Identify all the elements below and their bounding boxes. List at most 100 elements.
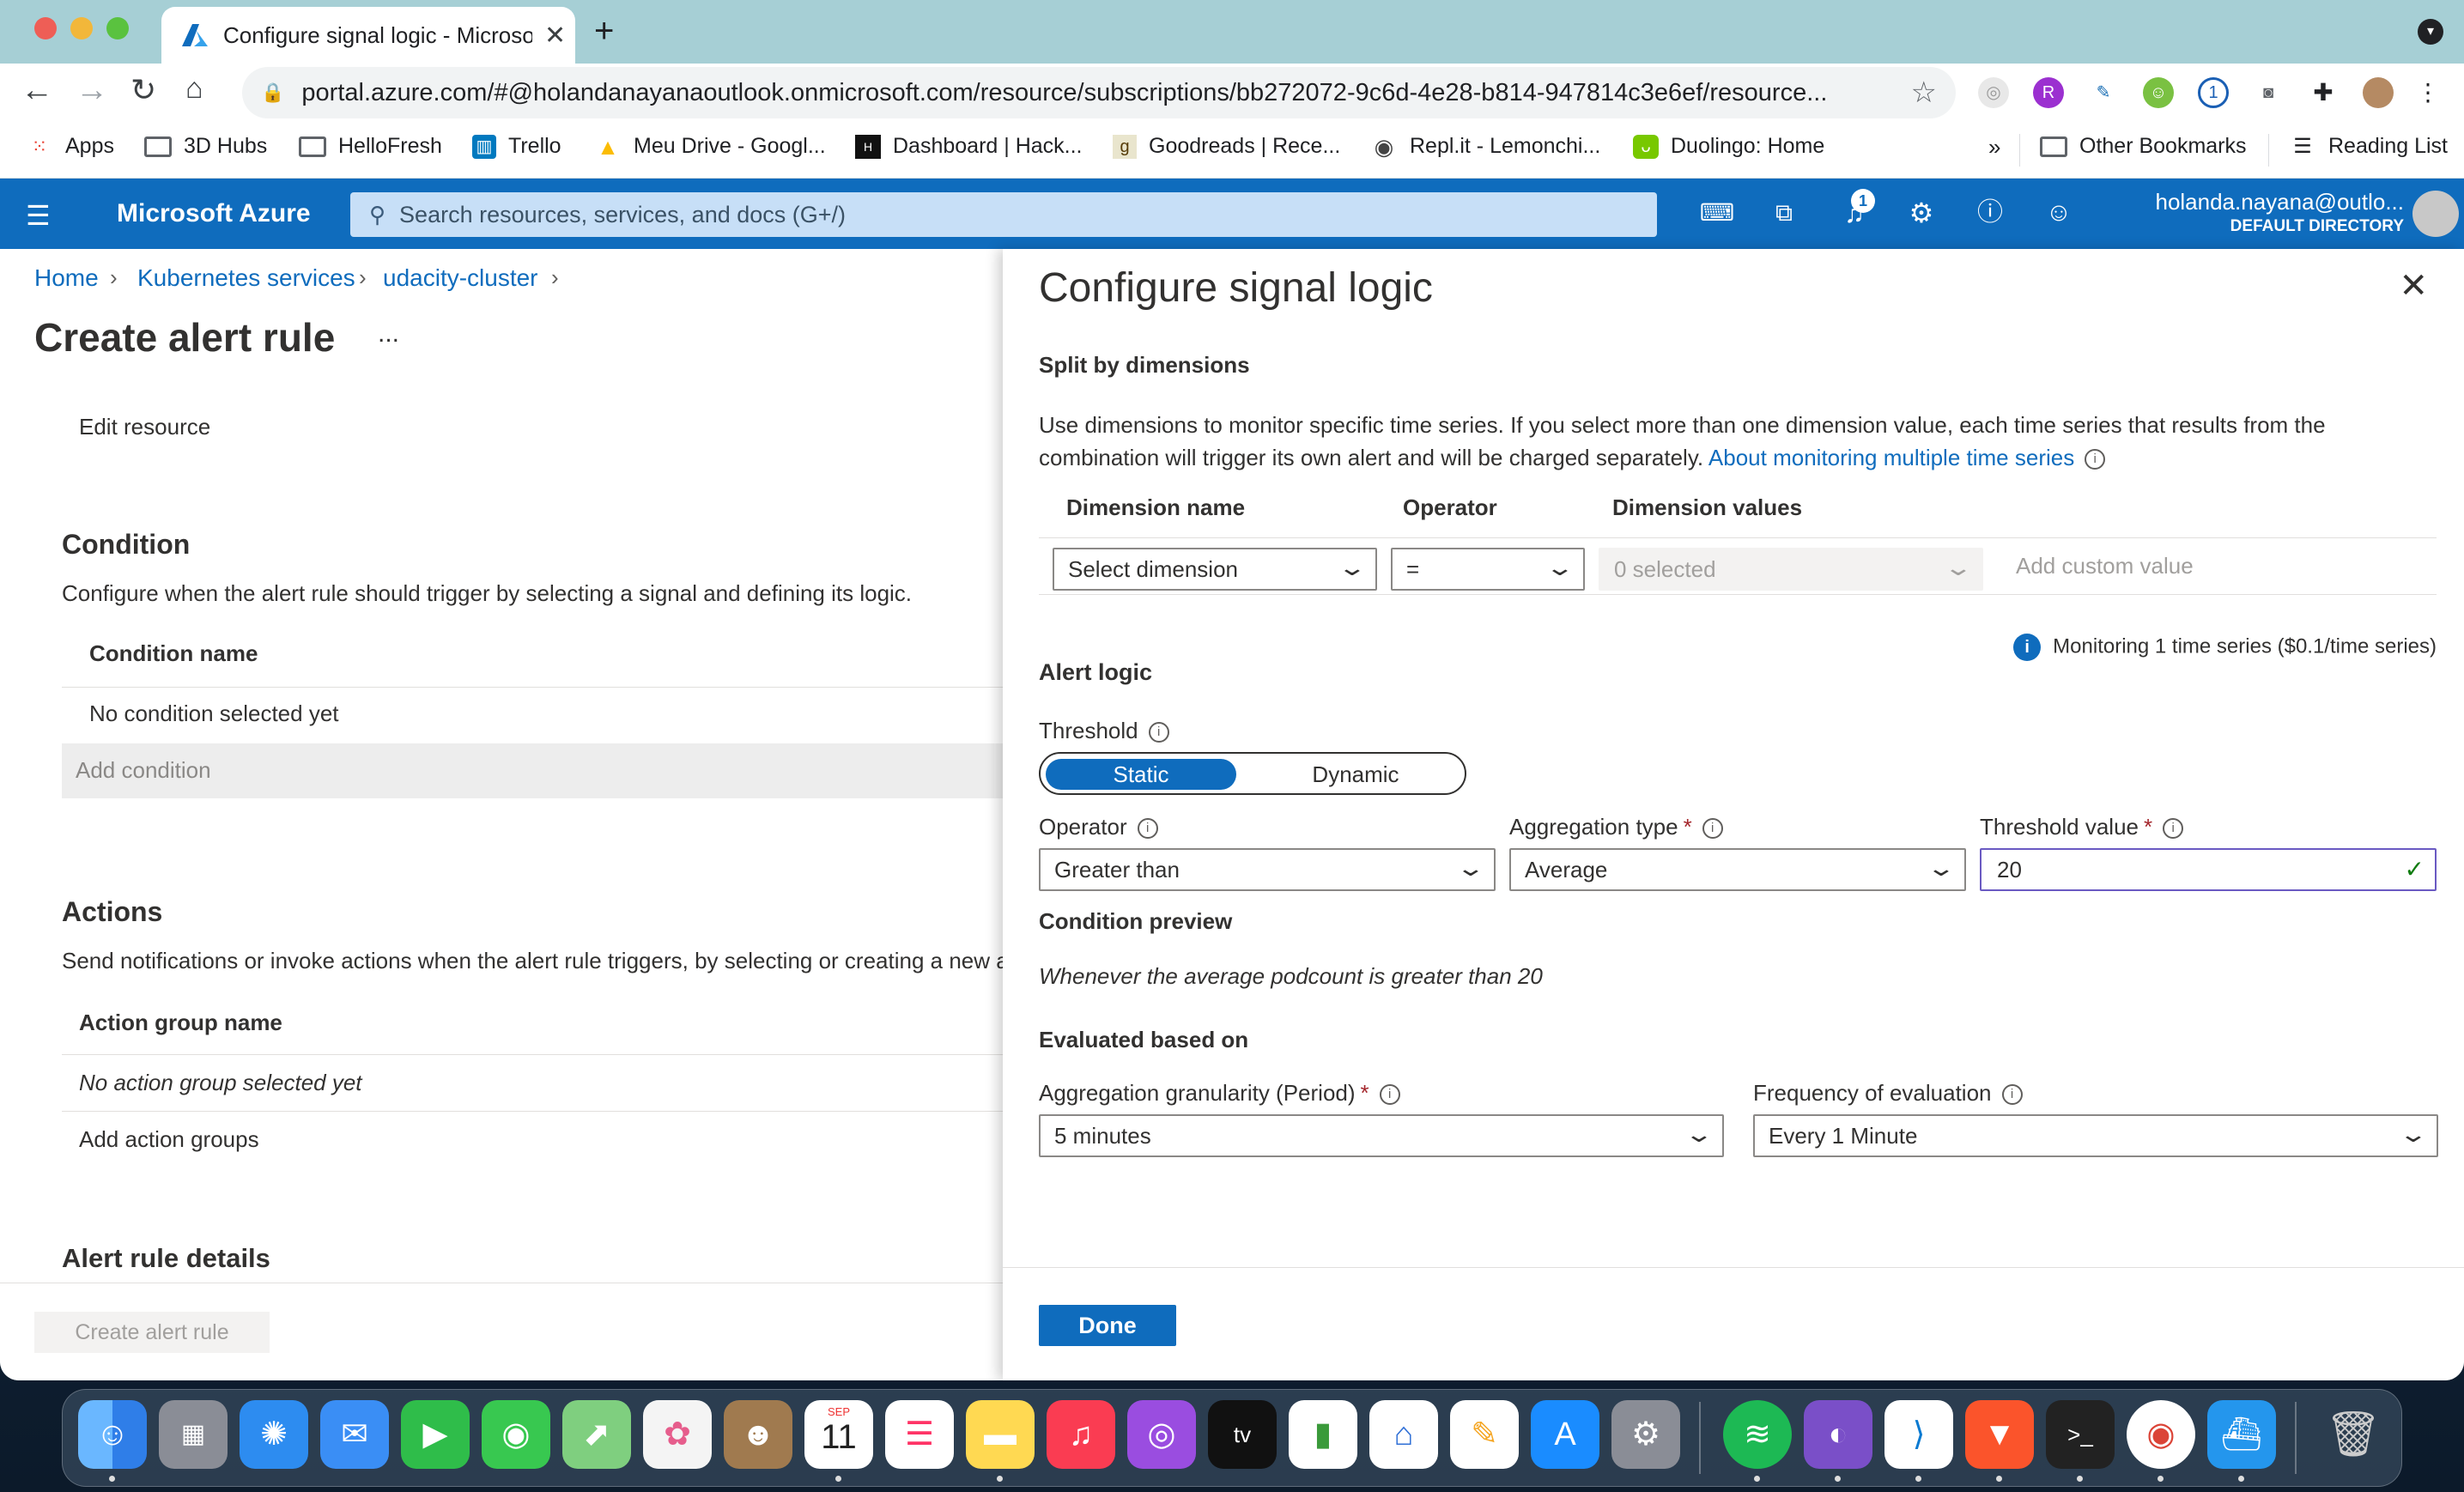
tab-configure-signal-logic[interactable]: Configure signal logic - Microsoft Azure… — [161, 7, 575, 64]
directory-filter-icon[interactable]: ⧉ — [1765, 194, 1803, 232]
maps-icon[interactable]: ⬈ — [562, 1400, 631, 1469]
hamburger-menu-icon[interactable]: ☰ — [26, 199, 51, 232]
aggregation-type-select[interactable]: Average ⌄ — [1509, 848, 1966, 891]
info-icon[interactable]: i — [2001, 1084, 2023, 1106]
user-avatar[interactable] — [2412, 191, 2459, 237]
dimension-values-select[interactable]: 0 selected ⌄ — [1599, 548, 1983, 591]
breadcrumb-kubernetes[interactable]: Kubernetes services — [137, 264, 355, 292]
frequency-select[interactable]: Every 1 Minute ⌄ — [1753, 1114, 2438, 1157]
other-bookmarks[interactable]: Other Bookmarks — [2040, 134, 2247, 159]
add-condition-button[interactable]: Add condition — [62, 743, 1003, 798]
address-bar[interactable]: 🔒 portal.azure.com/#@holandanayanaoutloo… — [242, 67, 1956, 118]
info-icon[interactable]: i — [2085, 449, 2106, 470]
bookmark-hellofresh[interactable]: HelloFresh — [299, 134, 442, 159]
password-extension-icon[interactable]: 1 — [2198, 77, 2229, 108]
cloud-shell-icon[interactable]: ⌨ — [1698, 194, 1736, 232]
extension-icon[interactable]: ◎ — [1978, 77, 2009, 108]
grammarly-extension-icon[interactable]: ☺ — [2143, 77, 2174, 108]
azure-brand[interactable]: Microsoft Azure — [117, 199, 311, 228]
threshold-dynamic-option[interactable]: Dynamic — [1260, 759, 1451, 790]
forward-icon[interactable]: → — [76, 72, 108, 109]
chrome-icon[interactable]: ◉ — [2127, 1400, 2195, 1469]
info-icon[interactable]: i — [1702, 818, 1723, 840]
camera-extension-icon[interactable]: ◙ — [2253, 77, 2284, 108]
maximize-window-button[interactable] — [106, 17, 129, 39]
bookmark-star-icon[interactable]: ☆ — [1911, 76, 1937, 110]
bookmark-google-drive[interactable]: ▲ Meu Drive - Googl... — [594, 134, 826, 159]
bookmark-replit[interactable]: ◉ Repl.it - Lemonchi... — [1370, 134, 1601, 159]
puzzle-icon[interactable]: ✚ — [2308, 77, 2339, 108]
keynote-icon[interactable]: ⌂ — [1369, 1400, 1438, 1469]
about-multiple-time-series-link[interactable]: About monitoring multiple time series — [1708, 445, 2074, 470]
threshold-static-option[interactable]: Static — [1046, 759, 1236, 790]
bookmark-duolingo[interactable]: ᴗ Duolingo: Home — [1633, 134, 1824, 159]
edit-resource-link[interactable]: Edit resource — [79, 414, 210, 440]
bookmark-hackerrank[interactable]: H Dashboard | Hack... — [855, 134, 1082, 159]
global-search-input[interactable]: ⚲ Search resources, services, and docs (… — [350, 192, 1657, 237]
home-icon[interactable]: ⌂ — [185, 72, 203, 106]
done-button[interactable]: Done — [1039, 1305, 1176, 1346]
account-menu[interactable]: holanda.nayana@outlo... DEFAULT DIRECTOR… — [2155, 189, 2404, 236]
pages-icon[interactable]: ✎ — [1450, 1400, 1519, 1469]
extension-icon[interactable]: R — [2033, 77, 2064, 108]
help-icon[interactable]: ⓘ — [1971, 194, 2009, 232]
finder-icon[interactable]: ☺ — [78, 1400, 147, 1469]
close-icon[interactable]: ✕ — [2399, 266, 2428, 306]
system-preferences-icon[interactable]: ⚙ — [1611, 1400, 1680, 1469]
mail-icon[interactable]: ✉ — [320, 1400, 389, 1469]
operator-select[interactable]: Greater than ⌄ — [1039, 848, 1496, 891]
reload-icon[interactable]: ↻ — [130, 72, 156, 108]
terminal-icon[interactable]: >_ — [2046, 1400, 2115, 1469]
more-bookmarks-button[interactable]: » — [1988, 134, 2000, 161]
add-custom-value-input[interactable]: Add custom value — [2016, 553, 2194, 579]
github-desktop-icon[interactable]: ◐ — [1804, 1400, 1872, 1469]
bookmark-3d-hubs[interactable]: 3D Hubs — [144, 134, 267, 159]
close-tab-icon[interactable]: ✕ — [544, 21, 566, 51]
music-icon[interactable]: ♫ — [1047, 1400, 1115, 1469]
profile-avatar[interactable] — [2363, 77, 2394, 108]
bookmark-goodreads[interactable]: g Goodreads | Rece... — [1113, 134, 1340, 159]
info-icon[interactable]: i — [2163, 818, 2184, 840]
app-store-icon[interactable]: A — [1531, 1400, 1599, 1469]
breadcrumb-home[interactable]: Home — [34, 264, 99, 292]
pen-extension-icon[interactable]: ✎ — [2088, 77, 2119, 108]
back-icon[interactable]: ← — [21, 72, 53, 109]
spotify-icon[interactable]: ≋ — [1723, 1400, 1792, 1469]
podcasts-icon[interactable]: ◎ — [1127, 1400, 1196, 1469]
create-alert-rule-button[interactable]: Create alert rule — [34, 1312, 270, 1353]
photos-icon[interactable]: ✿ — [643, 1400, 712, 1469]
dimension-operator-select[interactable]: = ⌄ — [1391, 548, 1585, 591]
minimize-window-button[interactable] — [70, 17, 93, 39]
more-options-icon[interactable]: ... — [378, 319, 399, 349]
threshold-type-toggle[interactable]: Static Dynamic — [1039, 752, 1466, 795]
threshold-value-input[interactable]: 20 ✓ — [1980, 848, 2437, 891]
add-action-groups-link[interactable]: Add action groups — [79, 1126, 259, 1153]
notes-icon[interactable]: ▬ — [966, 1400, 1035, 1469]
settings-gear-icon[interactable]: ⚙ — [1903, 194, 1940, 232]
launchpad-icon[interactable]: ▦ — [159, 1400, 228, 1469]
bookmark-apps[interactable]: ⁙ Apps — [26, 134, 114, 159]
facetime-icon[interactable]: ▶ — [401, 1400, 470, 1469]
trash-icon[interactable]: 🗑 — [2319, 1400, 2388, 1469]
info-icon[interactable]: i — [1148, 722, 1169, 743]
kebab-menu-icon[interactable]: ⋮ — [2412, 77, 2443, 108]
docker-icon[interactable]: ⛴ — [2207, 1400, 2276, 1469]
reading-list[interactable]: ☰ Reading List — [2289, 134, 2448, 159]
new-tab-button[interactable]: + — [594, 12, 614, 51]
dimension-name-select[interactable]: Select dimension ⌄ — [1053, 548, 1377, 591]
granularity-select[interactable]: 5 minutes ⌄ — [1039, 1114, 1724, 1157]
brave-icon[interactable]: ▼ — [1965, 1400, 2034, 1469]
calendar-icon[interactable]: SEP 11 — [804, 1400, 873, 1469]
vscode-icon[interactable]: ⟩ — [1884, 1400, 1953, 1469]
info-icon[interactable]: i — [1137, 818, 1158, 840]
info-icon[interactable]: i — [1379, 1084, 1400, 1106]
safari-icon[interactable]: ✺ — [240, 1400, 308, 1469]
contacts-icon[interactable]: ☻ — [724, 1400, 792, 1469]
apple-tv-icon[interactable]: tv — [1208, 1400, 1277, 1469]
tab-search-icon[interactable]: ▾ — [2418, 19, 2443, 45]
feedback-icon[interactable]: ☺ — [2040, 194, 2078, 232]
close-window-button[interactable] — [34, 17, 57, 39]
reminders-icon[interactable]: ☰ — [885, 1400, 954, 1469]
bookmark-trello[interactable]: ▥ Trello — [472, 134, 561, 159]
messages-icon[interactable]: ◉ — [482, 1400, 550, 1469]
